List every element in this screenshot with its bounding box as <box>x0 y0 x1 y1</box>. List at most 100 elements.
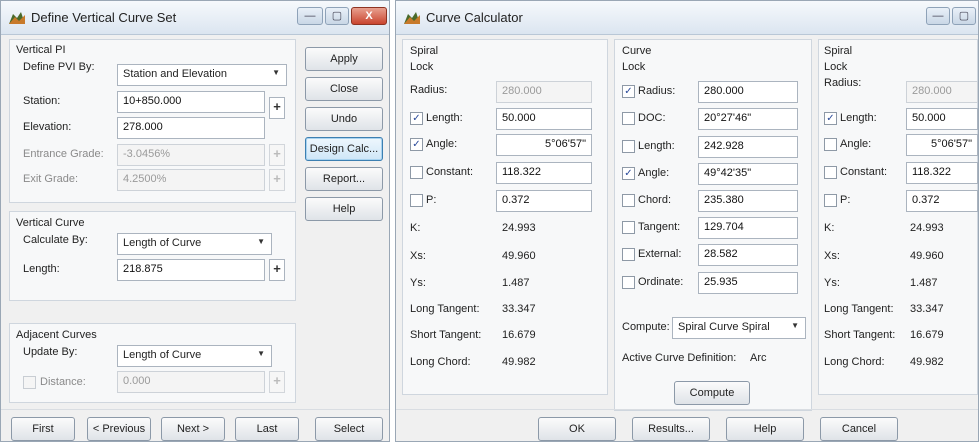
curve-length-checkbox[interactable] <box>622 140 635 153</box>
entrance-grade-input[interactable]: -3.0456% <box>117 144 265 166</box>
spiral-right-long-tangent-label: Long Tangent: <box>824 303 894 315</box>
spiral-left-p-input[interactable]: 0.372 <box>496 190 592 212</box>
spiral-left-p-label: P: <box>426 194 437 206</box>
curve-angle-checkbox[interactable]: ✓ <box>622 167 635 180</box>
spiral-right-length-input[interactable]: 50.000 <box>906 108 978 130</box>
elevation-input[interactable]: 278.000 <box>117 117 265 139</box>
minimize-button[interactable]: — <box>297 7 323 25</box>
spiral-left-angle-input[interactable]: 5°06'57" <box>496 134 592 156</box>
curve-doc-checkbox[interactable] <box>622 112 635 125</box>
update-by-select[interactable]: Length of Curve ▼ <box>117 345 272 367</box>
curve-radius-input[interactable]: 280.000 <box>698 81 798 103</box>
spiral-left-length-checkbox[interactable]: ✓ <box>410 112 423 125</box>
curve-chord-input[interactable]: 235.380 <box>698 190 798 212</box>
undo-button[interactable]: Undo <box>305 107 383 131</box>
cancel-button[interactable]: Cancel <box>820 417 898 441</box>
chevron-down-icon: ▼ <box>257 237 265 246</box>
spiral-right-angle-label: Angle: <box>840 138 872 150</box>
spiral-left-radius-input[interactable]: 280.000 <box>496 81 592 103</box>
spiral-left-angle-checkbox[interactable]: ✓ <box>410 138 423 151</box>
spiral-left-length-input[interactable]: 50.000 <box>496 108 592 130</box>
chevron-down-icon: ▼ <box>791 321 799 330</box>
spiral-left-k-label: K: <box>410 222 421 234</box>
maximize-button[interactable]: ▢ <box>952 7 976 25</box>
entrance-grade-label: Entrance Grade: <box>23 148 104 160</box>
distance-checkbox[interactable] <box>23 376 36 389</box>
spiral-right-p-input[interactable]: 0.372 <box>906 190 978 212</box>
help-button[interactable]: Help <box>305 197 383 221</box>
curve-heading: Curve <box>622 45 652 57</box>
spiral-right-radius-label: Radius: <box>824 77 862 89</box>
spiral-right-angle-checkbox[interactable] <box>824 138 837 151</box>
spiral-left-long-tangent-value: 33.347 <box>502 303 536 315</box>
spiral-right-short-tangent-value: 16.679 <box>910 329 944 341</box>
curve-external-input[interactable]: 28.582 <box>698 244 798 266</box>
report-button[interactable]: Report... <box>305 167 383 191</box>
curve-external-checkbox[interactable] <box>622 248 635 261</box>
maximize-button[interactable]: ▢ <box>325 7 349 25</box>
length-plus-button[interactable]: + <box>269 259 285 281</box>
define-vertical-curve-set-window: Define Vertical Curve Set — ▢ X Vertical… <box>0 0 390 442</box>
spiral-right-constant-label: Constant: <box>840 166 888 178</box>
spiral-right-angle-input[interactable]: 5°06'57" <box>906 134 978 156</box>
update-by-label: Update By: <box>23 346 78 358</box>
last-button[interactable]: Last <box>235 417 299 441</box>
spiral-left-constant-label: Constant: <box>426 166 474 178</box>
active-curve-definition-label: Active Curve Definition: <box>622 352 737 364</box>
next-button[interactable]: Next > <box>161 417 225 441</box>
spiral-left-long-chord-label: Long Chord: <box>410 356 471 368</box>
spiral-left-constant-checkbox[interactable] <box>410 166 423 179</box>
spiral-left-lock-label: Lock <box>410 61 434 73</box>
exit-grade-input[interactable]: 4.2500% <box>117 169 265 191</box>
bottom-divider <box>1 409 389 410</box>
title-bar[interactable]: Define Vertical Curve Set — ▢ X <box>1 1 389 35</box>
compute-select[interactable]: Spiral Curve Spiral ▼ <box>672 317 806 339</box>
entrance-grade-plus-button[interactable]: + <box>269 144 285 166</box>
spiral-right-constant-checkbox[interactable] <box>824 166 837 179</box>
calculate-by-select[interactable]: Length of Curve ▼ <box>117 233 272 255</box>
curve-tangent-input[interactable]: 129.704 <box>698 217 798 239</box>
previous-button[interactable]: < Previous <box>87 417 151 441</box>
station-input[interactable]: 10+850.000 <box>117 91 265 113</box>
curve-tangent-checkbox[interactable] <box>622 221 635 234</box>
spiral-right-radius-input[interactable]: 280.000 <box>906 81 978 103</box>
spiral-left-constant-input[interactable]: 118.322 <box>496 162 592 184</box>
curve-angle-input[interactable]: 49°42'35" <box>698 163 798 185</box>
define-pvi-by-select[interactable]: Station and Elevation ▼ <box>117 64 287 86</box>
window-title: Curve Calculator <box>426 10 523 25</box>
select-button[interactable]: Select <box>315 417 383 441</box>
help-button[interactable]: Help <box>726 417 804 441</box>
curve-doc-input[interactable]: 20°27'46" <box>698 108 798 130</box>
spiral-left-p-checkbox[interactable] <box>410 194 423 207</box>
spiral-left-radius-label: Radius: <box>410 84 448 96</box>
curve-length-input[interactable]: 242.928 <box>698 136 798 158</box>
curve-radius-label: Radius: <box>638 85 676 97</box>
close-dialog-button[interactable]: Close <box>305 77 383 101</box>
length-input[interactable]: 218.875 <box>117 259 265 281</box>
spiral-left-short-tangent-value: 16.679 <box>502 329 536 341</box>
spiral-right-short-tangent-label: Short Tangent: <box>824 329 896 341</box>
distance-plus-button[interactable]: + <box>269 371 285 393</box>
curve-ordinate-input[interactable]: 25.935 <box>698 272 798 294</box>
station-plus-button[interactable]: + <box>269 97 285 119</box>
first-button[interactable]: First <box>11 417 75 441</box>
distance-input[interactable]: 0.000 <box>117 371 265 393</box>
spiral-right-length-checkbox[interactable]: ✓ <box>824 112 837 125</box>
compute-button[interactable]: Compute <box>674 381 750 405</box>
spiral-right-constant-input[interactable]: 118.322 <box>906 162 978 184</box>
results-button[interactable]: Results... <box>632 417 710 441</box>
curve-chord-checkbox[interactable] <box>622 194 635 207</box>
design-calc-button[interactable]: Design Calc... <box>305 137 383 161</box>
minimize-button[interactable]: — <box>926 7 950 25</box>
curve-radius-checkbox[interactable]: ✓ <box>622 85 635 98</box>
curve-ordinate-checkbox[interactable] <box>622 276 635 289</box>
exit-grade-plus-button[interactable]: + <box>269 169 285 191</box>
title-bar[interactable]: Curve Calculator — ▢ <box>396 1 978 35</box>
ok-button[interactable]: OK <box>538 417 616 441</box>
curve-external-label: External: <box>638 248 682 260</box>
close-button[interactable]: X <box>351 7 387 25</box>
spiral-right-p-checkbox[interactable] <box>824 194 837 207</box>
spiral-left-xs-value: 49.960 <box>502 250 536 262</box>
apply-button[interactable]: Apply <box>305 47 383 71</box>
spiral-right-ys-label: Ys: <box>824 277 840 289</box>
